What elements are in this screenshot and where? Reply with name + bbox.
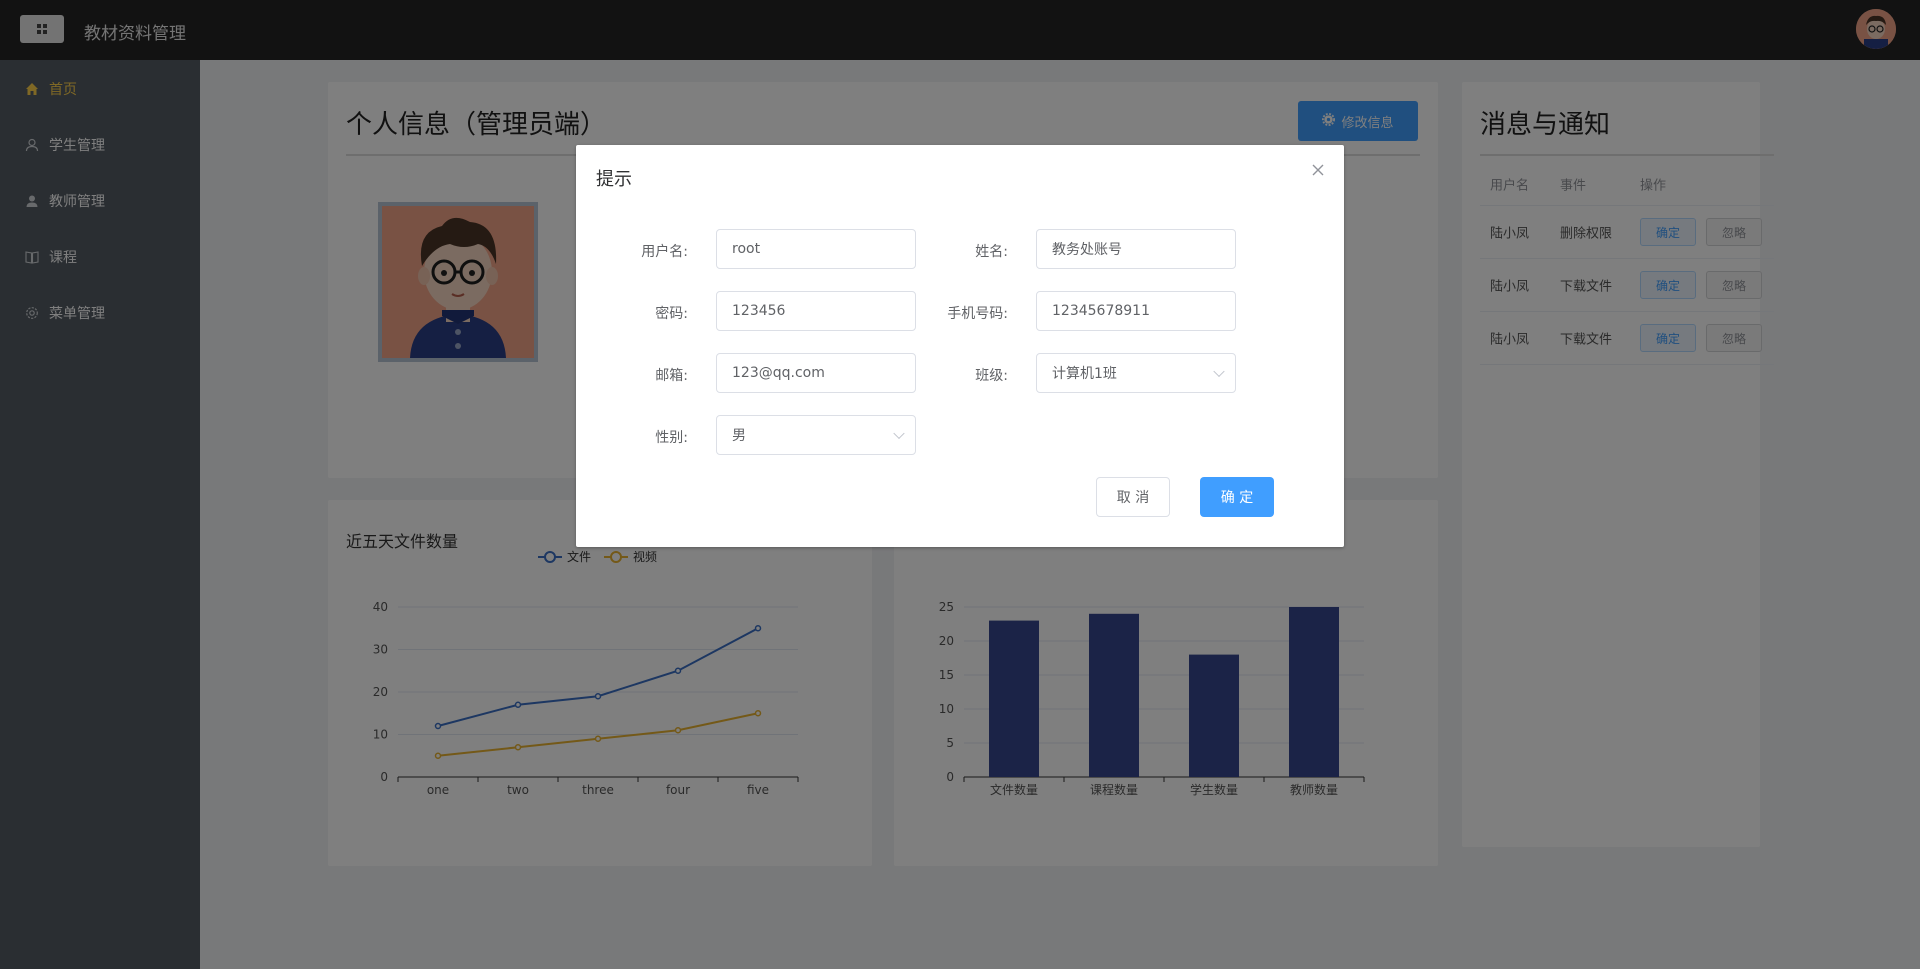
class-select[interactable]: 计算机1班	[1036, 353, 1236, 393]
email-label: 邮箱:	[655, 368, 688, 384]
close-icon[interactable]	[1310, 163, 1326, 179]
gender-label: 性别:	[655, 430, 688, 446]
class-label: 班级:	[975, 368, 1008, 384]
username-field[interactable]: root	[716, 229, 916, 269]
dialog-title: 提示	[596, 169, 632, 190]
password-value: 123456	[732, 303, 786, 319]
phone-label: 手机号码:	[947, 306, 1008, 322]
name-label: 姓名:	[975, 244, 1008, 260]
name-value: 教务处账号	[1052, 242, 1122, 258]
phone-value: 12345678911	[1052, 303, 1150, 319]
email-value: 123@qq.com	[732, 365, 825, 381]
confirm-button[interactable]: 确 定	[1200, 477, 1274, 517]
email-field[interactable]: 123@qq.com	[716, 353, 916, 393]
cancel-button[interactable]: 取 消	[1096, 477, 1170, 517]
chevron-down-icon	[893, 427, 905, 440]
username-label: 用户名:	[641, 244, 688, 260]
phone-field[interactable]: 12345678911	[1036, 291, 1236, 331]
name-field[interactable]: 教务处账号	[1036, 229, 1236, 269]
password-field[interactable]: 123456	[716, 291, 916, 331]
gender-value: 男	[732, 428, 746, 444]
password-label: 密码:	[655, 306, 688, 322]
username-value: root	[732, 241, 761, 257]
chevron-down-icon	[1213, 365, 1225, 378]
edit-info-dialog: 提示 用户名: root 姓名: 教务处账号 密码: 123456 手机号码: …	[576, 145, 1344, 547]
class-value: 计算机1班	[1052, 366, 1117, 382]
gender-select[interactable]: 男	[716, 415, 916, 455]
